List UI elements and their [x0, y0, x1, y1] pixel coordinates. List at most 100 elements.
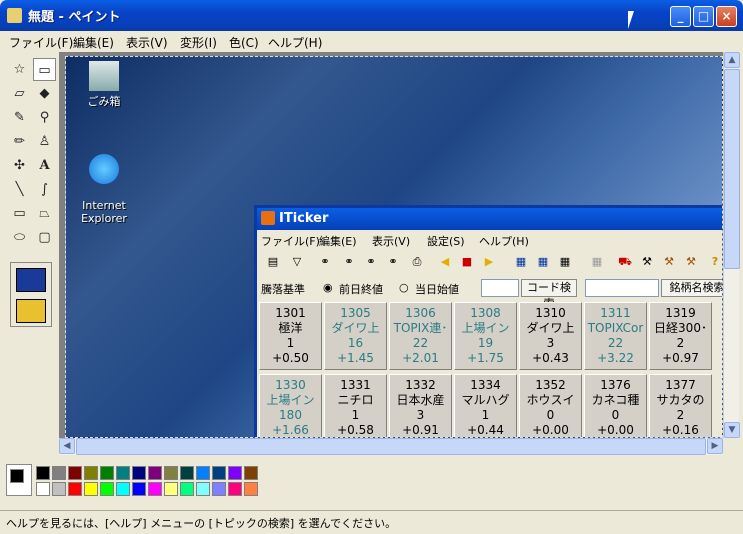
ticker-cell[interactable]: 1301 極洋 1 +0.50	[259, 302, 322, 370]
ticker-cell[interactable]: 1310 ダイワ上 3 +0.43	[519, 302, 582, 370]
hammer-red-icon[interactable]: ⚒	[683, 254, 699, 270]
palette-swatch[interactable]	[52, 466, 66, 480]
horizontal-scroll-thumb[interactable]	[76, 438, 706, 455]
ticker-cell[interactable]: 1308 上場イン 19 +1.75	[454, 302, 517, 370]
iticker-menu-edit[interactable]: 編集(E)	[319, 233, 357, 249]
iticker-window[interactable]: ITicker ファイル(F) 編集(E) 表示(V) 設定(S) ヘルプ(H)…	[254, 205, 722, 437]
palette-swatch[interactable]	[100, 482, 114, 496]
tool-options[interactable]	[10, 262, 52, 327]
canvas[interactable]: ごみ箱 Internet Explorer ITicker ファイル(F) 編集…	[65, 56, 723, 438]
palette-swatch[interactable]	[180, 482, 194, 496]
ticker-cell[interactable]: 1352 ホウスイ 0 +0.00	[519, 374, 582, 437]
iticker-menu-view[interactable]: 表示(V)	[372, 233, 410, 249]
current-colors[interactable]	[6, 464, 32, 496]
radio-prev-close-label[interactable]: 前日終値	[339, 281, 383, 297]
palette-swatch[interactable]	[116, 482, 130, 496]
menu-help[interactable]: ヘルプ(H)	[268, 34, 322, 51]
opaque-option-icon[interactable]	[16, 268, 46, 292]
palette-swatch[interactable]	[84, 466, 98, 480]
magnifier-icon[interactable]: ⚲	[33, 106, 56, 129]
stop-icon[interactable]: ■	[459, 254, 475, 270]
radio-today-open-icon[interactable]: ○	[399, 281, 409, 294]
eraser-icon[interactable]: ▱	[8, 82, 31, 105]
close-button[interactable]: ×	[716, 6, 737, 27]
menu-view[interactable]: 表示(V)	[126, 34, 168, 51]
code-input[interactable]	[481, 279, 519, 297]
grid-disabled-icon[interactable]: ▦	[589, 254, 605, 270]
binoculars-green-icon[interactable]: ⚭	[363, 254, 379, 270]
menu-colors[interactable]: 色(C)	[229, 34, 259, 51]
iticker-title-bar[interactable]: ITicker	[257, 208, 722, 230]
grid-medium-icon[interactable]: ▦	[535, 254, 551, 270]
menu-edit[interactable]: 編集(E)	[73, 34, 114, 51]
curve-icon[interactable]: ∫	[33, 178, 56, 201]
fill-icon[interactable]: ◆	[33, 82, 56, 105]
palette-swatch[interactable]	[148, 482, 162, 496]
palette-swatch[interactable]	[68, 466, 82, 480]
polygon-icon[interactable]: ⏢	[33, 202, 56, 225]
palette-swatch[interactable]	[84, 482, 98, 496]
brush-icon[interactable]: ♙	[33, 130, 56, 153]
binoculars-blue-icon[interactable]: ⚭	[385, 254, 401, 270]
radio-prev-close-icon[interactable]: ◉	[323, 281, 333, 294]
ellipse-icon[interactable]: ⬭	[8, 226, 31, 249]
scroll-right-icon[interactable]: ▶	[707, 438, 723, 454]
list-icon[interactable]: ▤	[265, 254, 281, 270]
name-input[interactable]	[585, 279, 659, 297]
transparent-option-icon[interactable]	[16, 299, 46, 323]
ticker-cell[interactable]: 1334 マルハグ 1 +0.44	[454, 374, 517, 437]
palette-swatch[interactable]	[180, 466, 194, 480]
arrow-right-icon[interactable]: ▶	[481, 254, 497, 270]
airbrush-icon[interactable]: ✣	[8, 154, 31, 177]
ticker-cell[interactable]: 1311 TOPIXCor 22 +3.22	[584, 302, 647, 370]
minimize-button[interactable]: _	[670, 6, 691, 27]
help-icon[interactable]: ?	[707, 254, 722, 270]
palette-swatch[interactable]	[228, 482, 242, 496]
palette-swatch[interactable]	[52, 482, 66, 496]
ticker-cell[interactable]: 1377 サカタの 2 +0.16	[649, 374, 712, 437]
grid-small-icon[interactable]: ▦	[557, 254, 573, 270]
line-icon[interactable]: ╲	[8, 178, 31, 201]
grid-large-icon[interactable]: ▦	[513, 254, 529, 270]
radio-today-open-label[interactable]: 当日始値	[415, 281, 459, 297]
scroll-left-icon[interactable]: ◀	[59, 438, 75, 454]
tool-a-icon[interactable]: ⛟	[617, 254, 633, 270]
palette-swatch[interactable]	[116, 466, 130, 480]
menu-file[interactable]: ファイル(F)	[9, 34, 73, 51]
filter-icon[interactable]: ▽	[289, 254, 305, 270]
code-search-button[interactable]: コード検索	[521, 279, 577, 310]
select-icon[interactable]: ▭	[33, 58, 56, 81]
horizontal-scrollbar[interactable]: ◀ ▶	[59, 438, 723, 455]
rectangle-icon[interactable]: ▭	[8, 202, 31, 225]
rounded-rect-icon[interactable]: ▢	[33, 226, 56, 249]
scroll-down-icon[interactable]: ▼	[724, 422, 740, 438]
binoculars-icon[interactable]: ⚭	[317, 254, 333, 270]
binoculars-red-icon[interactable]: ⚭	[341, 254, 357, 270]
hammer-icon[interactable]: ⚒	[661, 254, 677, 270]
ticker-cell[interactable]: 1332 日本水産 3 +0.91	[389, 374, 452, 437]
palette-swatch[interactable]	[68, 482, 82, 496]
ticker-cell[interactable]: 1330 上場イン 180 +1.66	[259, 374, 322, 437]
ticker-cell[interactable]: 1331 ニチロ 1 +0.58	[324, 374, 387, 437]
palette-swatch[interactable]	[132, 482, 146, 496]
ticker-cell[interactable]: 1306 TOPIX連･ 22 +2.01	[389, 302, 452, 370]
tool-b-icon[interactable]: ⚒	[639, 254, 655, 270]
foreground-color-swatch[interactable]	[10, 469, 24, 483]
ticker-cell[interactable]: 1319 日経300･ 2 +0.97	[649, 302, 712, 370]
print-icon[interactable]: ⎙	[409, 254, 425, 270]
palette-swatch[interactable]	[196, 466, 210, 480]
palette-swatch[interactable]	[212, 466, 226, 480]
iticker-menu-file[interactable]: ファイル(F)	[261, 233, 320, 249]
text-icon[interactable]: A	[33, 154, 56, 177]
palette-swatch[interactable]	[196, 482, 210, 496]
iticker-menu-settings[interactable]: 設定(S)	[427, 233, 465, 249]
menu-image[interactable]: 変形(I)	[180, 34, 217, 51]
ticker-cell[interactable]: 1305 ダイワ上 16 +1.45	[324, 302, 387, 370]
palette-swatch[interactable]	[164, 482, 178, 496]
palette-swatch[interactable]	[36, 482, 50, 496]
desktop-icon-ie[interactable]: Internet Explorer	[80, 141, 128, 238]
palette-swatch[interactable]	[228, 466, 242, 480]
palette-swatch[interactable]	[36, 466, 50, 480]
arrow-left-icon[interactable]: ◀	[437, 254, 453, 270]
desktop-icon-recycle[interactable]: ごみ箱	[84, 61, 124, 109]
